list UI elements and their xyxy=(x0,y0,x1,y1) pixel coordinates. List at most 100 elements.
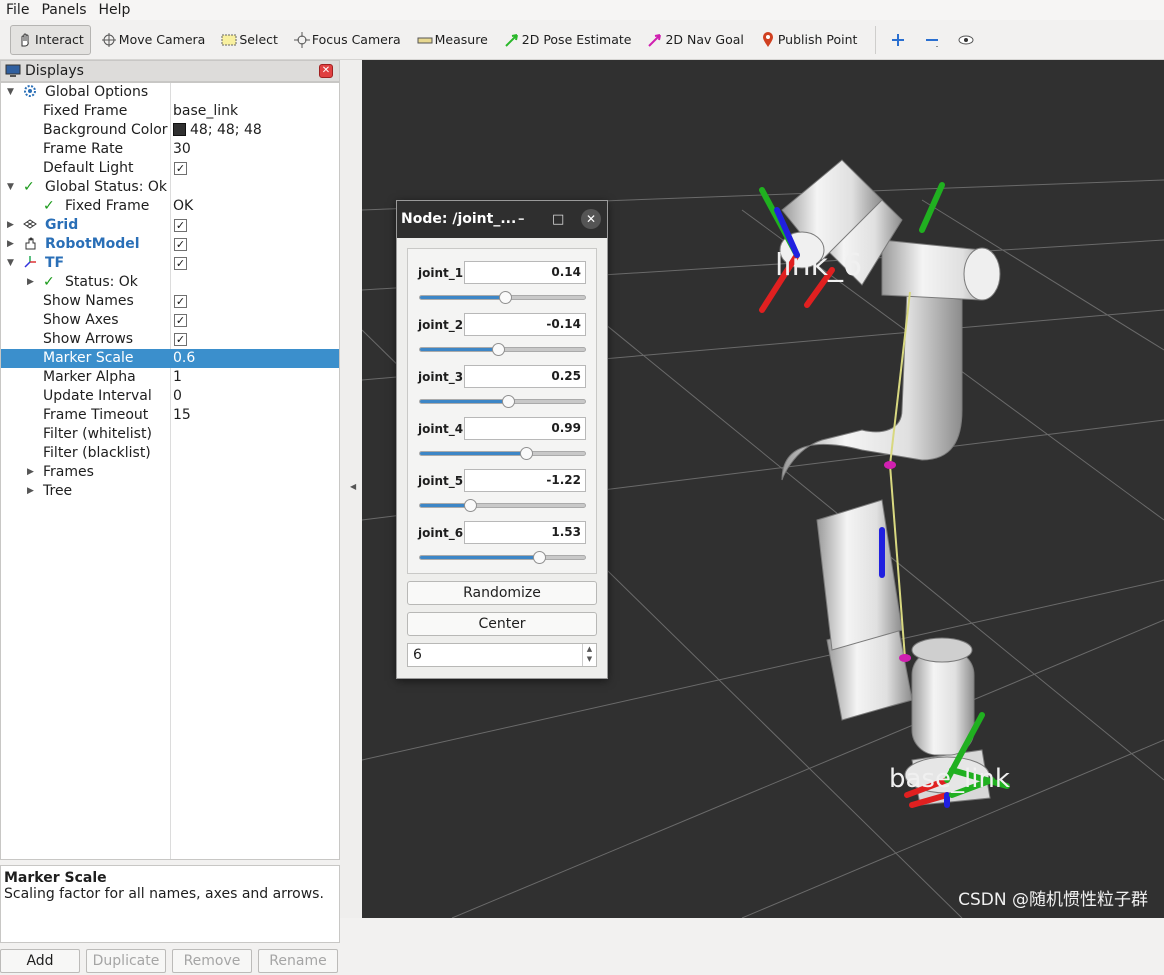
tree-row-show-arrows[interactable]: Show Arrows ✓ xyxy=(1,330,339,349)
tf-checkbox[interactable]: ✓ xyxy=(174,257,187,270)
view-tool-button[interactable] xyxy=(952,25,982,55)
grid-checkbox[interactable]: ✓ xyxy=(174,219,187,232)
joint-value-field[interactable]: 0.25 xyxy=(464,365,586,388)
tree-row-update-interval[interactable]: Update Interval 0 xyxy=(1,387,339,406)
nav-goal-tool-button[interactable]: 2D Nav Goal xyxy=(641,25,749,55)
filter-blacklist-label: Filter (blacklist) xyxy=(43,445,151,461)
select-tool-button[interactable]: Select xyxy=(215,25,284,55)
joint-value-field[interactable]: 1.53 xyxy=(464,521,586,544)
tree-row-tree[interactable]: ▶ Tree xyxy=(1,482,339,501)
minimize-icon[interactable]: – xyxy=(518,201,525,238)
marker-scale-value[interactable]: 0.6 xyxy=(173,349,195,368)
duplicate-button[interactable]: Duplicate xyxy=(86,949,166,973)
chevron-right-icon[interactable]: ▶ xyxy=(27,463,34,482)
filter-whitelist-label: Filter (whitelist) xyxy=(43,426,152,442)
joint-value-field[interactable]: 0.14 xyxy=(464,261,586,284)
slider-fill xyxy=(420,452,528,455)
menu-file[interactable]: File xyxy=(0,0,35,20)
spin-arrows-icon[interactable]: ▲ ▼ xyxy=(582,644,596,666)
show-arrows-checkbox[interactable]: ✓ xyxy=(174,333,187,346)
joint-value-field[interactable]: -1.22 xyxy=(464,469,586,492)
tree-row-default-light[interactable]: Default Light ✓ xyxy=(1,159,339,178)
tree-row-status-fixed-frame[interactable]: ✓ Fixed Frame OK xyxy=(1,197,339,216)
chevron-down-icon[interactable]: ▼ xyxy=(7,83,14,102)
close-icon[interactable]: ✕ xyxy=(581,209,601,229)
dialog-titlebar[interactable]: Node: /joint_... – □ ✕ xyxy=(397,201,607,238)
remove-button[interactable]: Remove xyxy=(172,949,252,973)
add-tool-button[interactable] xyxy=(884,25,914,55)
rename-button[interactable]: Rename xyxy=(258,949,338,973)
chevron-down-icon[interactable]: ▼ xyxy=(7,254,14,273)
tree-row-global-status[interactable]: ▼ ✓ Global Status: Ok xyxy=(1,178,339,197)
measure-tool-button[interactable]: Measure xyxy=(411,25,494,55)
frame-timeout-value[interactable]: 15 xyxy=(173,406,191,425)
tree-row-filter-blacklist[interactable]: Filter (blacklist) xyxy=(1,444,339,463)
panel-splitter[interactable]: ◀ xyxy=(340,60,362,918)
fixed-frame-value[interactable]: base_link xyxy=(173,102,238,121)
tree-row-tf-status[interactable]: ▶ ✓ Status: Ok xyxy=(1,273,339,292)
robot-model-checkbox[interactable]: ✓ xyxy=(174,238,187,251)
maximize-icon[interactable]: □ xyxy=(552,201,564,238)
joint-slider[interactable] xyxy=(419,395,586,408)
tree-row-fixed-frame[interactable]: Fixed Frame base_link xyxy=(1,102,339,121)
chevron-right-icon[interactable]: ▶ xyxy=(27,273,34,292)
slider-handle[interactable] xyxy=(498,291,512,304)
tree-row-tf[interactable]: ▼ TF ✓ xyxy=(1,254,339,273)
collapse-arrow-icon[interactable]: ◀ xyxy=(350,482,356,491)
tree-row-background-color[interactable]: Background Color 48; 48; 48 xyxy=(1,121,339,140)
move-camera-tool-button[interactable]: Move Camera xyxy=(95,25,212,55)
joint-slider[interactable] xyxy=(419,343,586,356)
default-light-checkbox[interactable]: ✓ xyxy=(174,162,187,175)
center-button[interactable]: Center xyxy=(407,612,597,636)
add-button[interactable]: Add xyxy=(0,949,80,973)
frame-rate-value[interactable]: 30 xyxy=(173,140,191,159)
tree-row-show-axes[interactable]: Show Axes ✓ xyxy=(1,311,339,330)
fixed-frame-label: Fixed Frame xyxy=(43,103,128,119)
chevron-right-icon[interactable]: ▶ xyxy=(27,482,34,501)
joint-slider[interactable] xyxy=(419,499,586,512)
tree-row-filter-whitelist[interactable]: Filter (whitelist) xyxy=(1,425,339,444)
tree-row-marker-alpha[interactable]: Marker Alpha 1 xyxy=(1,368,339,387)
menu-help[interactable]: Help xyxy=(93,0,137,20)
joint-value-field[interactable]: -0.14 xyxy=(464,313,586,336)
tree-row-global-options[interactable]: ▼ Global Options xyxy=(1,83,339,102)
marker-alpha-value[interactable]: 1 xyxy=(173,368,182,387)
tree-row-show-names[interactable]: Show Names ✓ xyxy=(1,292,339,311)
publish-point-tool-button[interactable]: Publish Point xyxy=(754,25,864,55)
count-spinbox[interactable]: 6 ▲ ▼ xyxy=(407,643,597,667)
joint-slider[interactable] xyxy=(419,551,586,564)
background-color-value[interactable]: 48; 48; 48 xyxy=(173,121,262,140)
chevron-down-icon[interactable]: ▼ xyxy=(7,178,14,197)
joint-slider[interactable] xyxy=(419,447,586,460)
interact-tool-button[interactable]: Interact xyxy=(10,24,91,55)
count-value: 6 xyxy=(413,647,422,663)
menu-panels[interactable]: Panels xyxy=(35,0,92,20)
joint-slider[interactable] xyxy=(419,291,586,304)
update-interval-value[interactable]: 0 xyxy=(173,387,182,406)
slider-handle[interactable] xyxy=(520,447,534,460)
slider-handle[interactable] xyxy=(502,395,516,408)
chevron-right-icon[interactable]: ▶ xyxy=(7,235,14,254)
close-icon[interactable]: ✕ xyxy=(319,64,333,78)
slider-handle[interactable] xyxy=(492,343,506,356)
focus-camera-tool-button[interactable]: Focus Camera xyxy=(288,25,407,55)
tree-row-grid[interactable]: ▶ Grid ✓ xyxy=(1,216,339,235)
tree-row-robot-model[interactable]: ▶ RobotModel ✓ xyxy=(1,235,339,254)
tree-row-frame-rate[interactable]: Frame Rate 30 xyxy=(1,140,339,159)
tree-row-marker-scale[interactable]: Marker Scale 0.6 xyxy=(1,349,339,368)
tree-row-frames[interactable]: ▶ Frames xyxy=(1,463,339,482)
show-axes-checkbox[interactable]: ✓ xyxy=(174,314,187,327)
chevron-right-icon[interactable]: ▶ xyxy=(7,216,14,235)
randomize-button[interactable]: Randomize xyxy=(407,581,597,605)
slider-handle[interactable] xyxy=(533,551,547,564)
joint-label: joint_5 xyxy=(418,474,464,488)
pose-estimate-tool-button[interactable]: 2D Pose Estimate xyxy=(498,25,638,55)
remove-tool-button[interactable] xyxy=(918,25,948,55)
tree-row-frame-timeout[interactable]: Frame Timeout 15 xyxy=(1,406,339,425)
show-names-checkbox[interactable]: ✓ xyxy=(174,295,187,308)
joint-value-field[interactable]: 0.99 xyxy=(464,417,586,440)
color-swatch xyxy=(173,123,186,136)
frame-label-base: base_link xyxy=(889,764,1010,794)
slider-handle[interactable] xyxy=(464,499,478,512)
check-icon: ✓ xyxy=(43,274,55,290)
